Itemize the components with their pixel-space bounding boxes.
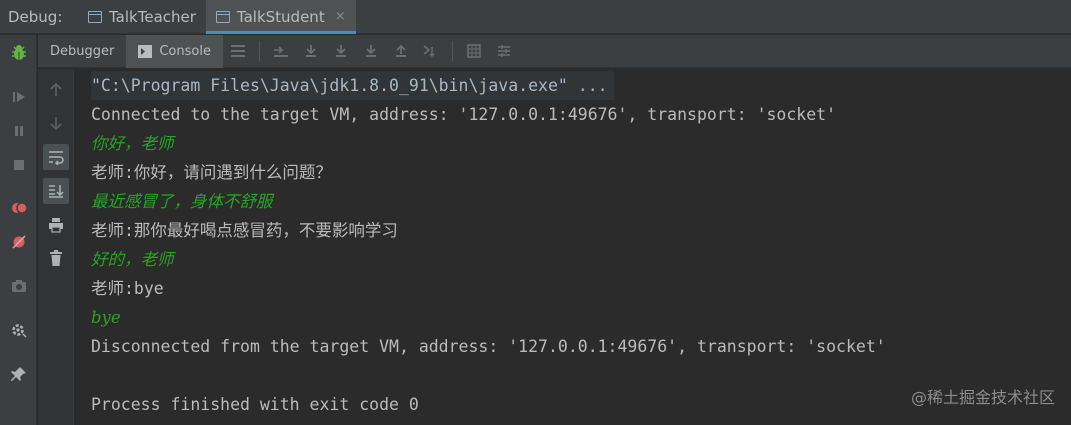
step-out-icon[interactable] bbox=[386, 35, 416, 68]
camera-icon[interactable] bbox=[8, 275, 29, 296]
debug-label: Debug: bbox=[8, 7, 63, 26]
console-gutter bbox=[38, 69, 74, 425]
bug-icon[interactable] bbox=[8, 42, 29, 63]
application-icon bbox=[215, 10, 230, 23]
stop-icon[interactable] bbox=[8, 154, 29, 175]
console-line: Connected to the target VM, address: '12… bbox=[91, 105, 837, 124]
menu-icon[interactable] bbox=[223, 35, 253, 68]
console-icon bbox=[138, 44, 153, 58]
tab-talkteacher[interactable]: TalkTeacher bbox=[78, 0, 206, 34]
console-input-line: bye bbox=[91, 308, 121, 327]
show-execution-point-icon[interactable] bbox=[266, 35, 296, 68]
trace-icon[interactable] bbox=[489, 35, 519, 68]
scroll-to-end-icon[interactable] bbox=[43, 178, 69, 204]
tab-console[interactable]: Console bbox=[126, 34, 223, 68]
resume-icon[interactable] bbox=[8, 86, 29, 107]
pause-icon[interactable] bbox=[8, 120, 29, 141]
debug-toolbar: Debugger Console bbox=[38, 34, 1071, 68]
application-icon bbox=[88, 10, 102, 23]
console-line: "C:\Program Files\Java\jdk1.8.0_91\bin\j… bbox=[91, 71, 614, 100]
print-icon[interactable] bbox=[43, 212, 69, 238]
console-line: 老师:那你最好喝点感冒药，不要影响学习 bbox=[91, 221, 398, 240]
tab-talkstudent[interactable]: TalkStudent × bbox=[205, 0, 356, 34]
clear-icon[interactable] bbox=[43, 245, 69, 271]
close-icon[interactable]: × bbox=[335, 9, 346, 24]
watermark: @稀土掘金技术社区 bbox=[910, 388, 1055, 407]
evaluate-expression-icon[interactable] bbox=[459, 35, 489, 68]
view-breakpoints-icon[interactable] bbox=[8, 197, 29, 218]
tab-label: TalkStudent bbox=[236, 7, 325, 26]
console-output[interactable]: "C:\Program Files\Java\jdk1.8.0_91\bin\j… bbox=[91, 70, 1061, 420]
console-line: Disconnected from the target VM, address… bbox=[91, 337, 886, 356]
run-to-cursor-icon[interactable] bbox=[416, 35, 446, 68]
tab-debugger[interactable]: Debugger bbox=[38, 35, 126, 68]
tab-label: TalkTeacher bbox=[109, 7, 196, 26]
console-input-line: 好的，老师 bbox=[91, 250, 174, 269]
console-line: Process finished with exit code 0 bbox=[91, 395, 419, 414]
up-arrow-icon[interactable] bbox=[43, 77, 69, 103]
mute-breakpoints-icon[interactable] bbox=[8, 231, 29, 252]
step-over-icon[interactable] bbox=[296, 35, 326, 68]
toolbar-divider bbox=[258, 41, 260, 61]
down-arrow-icon[interactable] bbox=[43, 110, 69, 136]
console-line: 老师:bye bbox=[91, 279, 164, 298]
settings-icon[interactable] bbox=[8, 319, 29, 340]
step-into-icon[interactable] bbox=[326, 35, 356, 68]
console-line: 老师:你好，请问遇到什么问题？ bbox=[91, 163, 332, 182]
force-step-into-icon[interactable] bbox=[356, 35, 386, 68]
console-input-line: 你好，老师 bbox=[91, 134, 174, 153]
debug-tab-bar: Debug: TalkTeacher TalkStudent × bbox=[0, 0, 1071, 34]
debug-action-bar bbox=[0, 35, 37, 425]
tab-label: Console bbox=[159, 43, 211, 59]
console-input-line: 最近感冒了，身体不舒服 bbox=[91, 192, 273, 211]
pin-icon[interactable] bbox=[8, 363, 29, 384]
toolbar-divider bbox=[451, 41, 453, 61]
soft-wrap-icon[interactable] bbox=[43, 144, 69, 170]
